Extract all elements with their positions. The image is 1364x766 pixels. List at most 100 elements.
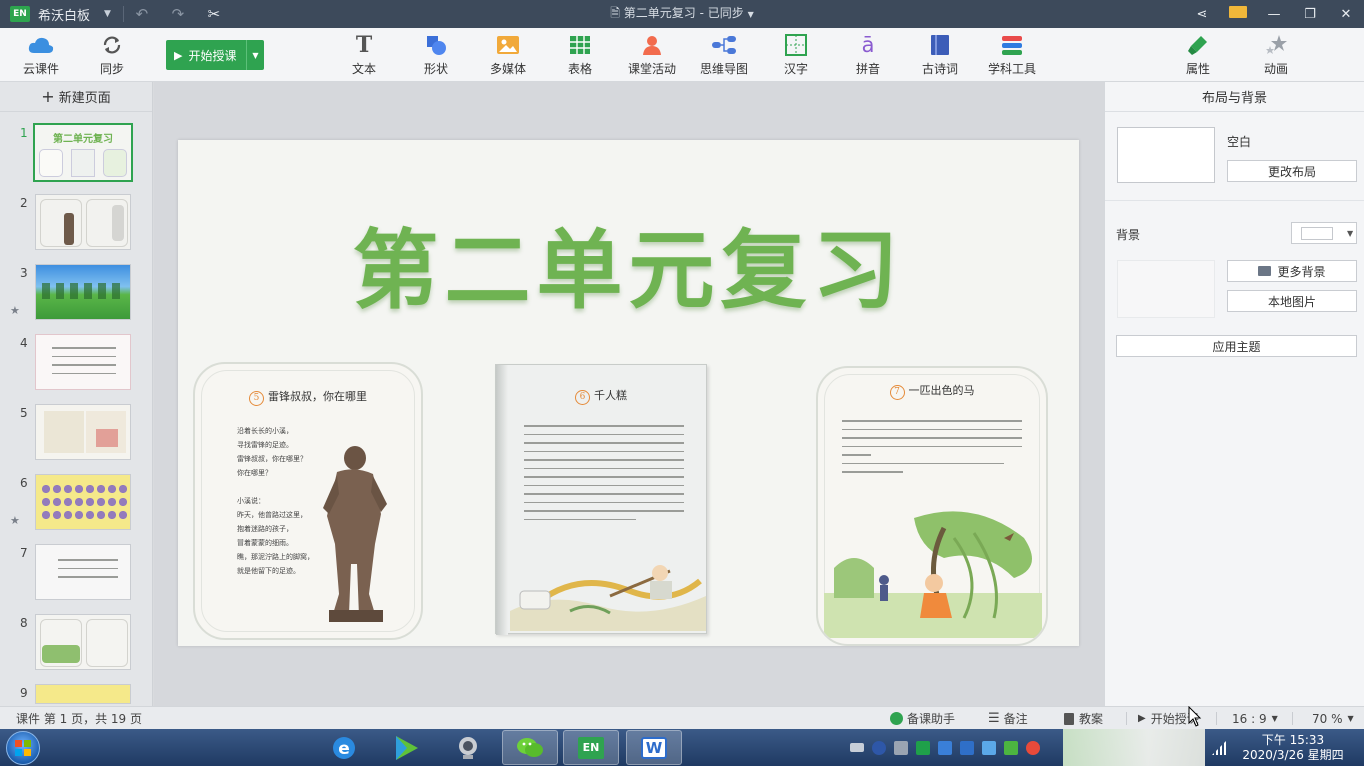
slide-thumb-row[interactable]: 4 xyxy=(0,334,152,404)
ie-icon[interactable]: e xyxy=(316,730,372,765)
animation-tab[interactable]: 动画 xyxy=(1260,28,1292,82)
svg-text:e: e xyxy=(338,739,350,759)
zoom-select[interactable]: 70 % ▼ xyxy=(1312,707,1354,730)
slide-canvas[interactable]: 第二单元复习 5 雷锋叔叔，你在哪里 沿着长长的小溪， 寻找雷锋的足迹。 雷锋叔叔… xyxy=(178,140,1079,646)
settings-icon[interactable] xyxy=(894,740,908,755)
redo-icon[interactable]: ↷ xyxy=(160,5,196,23)
wechat-icon[interactable] xyxy=(502,730,558,765)
minimize-icon[interactable]: — xyxy=(1256,7,1292,22)
share-icon[interactable]: ⋖ xyxy=(1184,7,1220,22)
prep-assistant-button[interactable]: 备课助手 xyxy=(890,707,955,730)
page-info: 课件 第 1 页，共 19 页 xyxy=(16,712,142,726)
slide-thumbnail[interactable] xyxy=(35,614,131,670)
undo-icon[interactable]: ↶ xyxy=(124,5,160,23)
slide-thumb-row[interactable]: 7 xyxy=(0,544,152,614)
notes-button[interactable]: ☰ 备注 xyxy=(988,707,1028,730)
slide-thumbnail[interactable] xyxy=(35,334,131,390)
tool-activity-label: 课堂活动 xyxy=(627,62,676,76)
slide-thumb-row[interactable]: 2 xyxy=(0,194,152,264)
tool-text-label: 文本 xyxy=(351,62,376,76)
slide-thumb-row[interactable]: 5 xyxy=(0,404,152,474)
tool-text[interactable]: T 文本 xyxy=(348,28,380,82)
slide-thumb-row[interactable]: 1 第二单元复习 xyxy=(0,123,152,194)
slide-number: 1 xyxy=(20,126,28,140)
lesson-plan-label: 教案 xyxy=(1079,712,1104,726)
tool-hanzi[interactable]: 汉字 xyxy=(782,28,810,82)
local-image-button[interactable]: 本地图片 xyxy=(1227,290,1357,312)
close-icon[interactable]: ✕ xyxy=(1328,7,1364,22)
keyboard-icon[interactable] xyxy=(850,743,864,752)
slide-thumbnail[interactable] xyxy=(35,264,131,320)
slide-thumb-row[interactable]: 3 ★ xyxy=(0,264,152,334)
taskbar-clock[interactable]: 下午 15:33 2020/3/26 星期四 xyxy=(1238,729,1348,766)
slide-number: 3 xyxy=(20,266,28,280)
new-page-label: 新建页面 xyxy=(58,91,111,106)
properties-tab[interactable]: 属性 xyxy=(1182,28,1214,82)
help-icon[interactable] xyxy=(872,740,886,755)
slide-number: 6 xyxy=(20,476,28,490)
slide-thumbnail[interactable] xyxy=(35,404,131,460)
slide-thumb-row[interactable]: 9 xyxy=(0,684,152,706)
tool-media[interactable]: 多媒体 xyxy=(488,28,528,82)
start-dropdown-caret-icon[interactable]: ▼ xyxy=(246,40,264,70)
windows-start-icon[interactable] xyxy=(6,731,40,765)
document-icon: 🗎 xyxy=(610,5,620,20)
mail-icon[interactable] xyxy=(1220,6,1256,22)
app-menu-caret-icon[interactable]: ▼ xyxy=(104,9,111,19)
webcam-icon[interactable] xyxy=(440,730,496,765)
network-icon[interactable] xyxy=(1212,741,1226,755)
new-page-button[interactable]: + 新建页面 xyxy=(0,82,152,112)
upload-icon[interactable] xyxy=(982,740,996,755)
shield-icon[interactable] xyxy=(960,740,974,755)
tool-activity[interactable]: 课堂活动 xyxy=(626,28,678,82)
slide-thumbnail[interactable] xyxy=(35,194,131,250)
document-title-caret-icon[interactable]: ▼ xyxy=(748,10,754,19)
tool-media-label: 多媒体 xyxy=(489,62,526,76)
tool-subject-tools-label: 学科工具 xyxy=(987,62,1036,76)
easinote-icon[interactable]: EN xyxy=(563,730,619,765)
sync-button[interactable]: 同步 xyxy=(96,28,128,82)
document-title[interactable]: 第二单元复习 - 已同步 xyxy=(624,6,744,20)
wps-icon[interactable]: W xyxy=(626,730,682,765)
layout-preview[interactable] xyxy=(1117,127,1215,183)
media-player-icon[interactable] xyxy=(378,730,434,765)
cube-icon[interactable] xyxy=(938,740,952,755)
scissors-icon[interactable]: ✂ xyxy=(196,5,232,23)
slide-thumb-row[interactable]: 8 xyxy=(0,614,152,684)
more-backgrounds-button[interactable]: 更多背景 xyxy=(1227,260,1357,282)
slide-thumbnail[interactable] xyxy=(35,544,131,600)
clock-time: 下午 15:33 xyxy=(1261,732,1325,747)
cloud-courseware-button[interactable]: 云课件 xyxy=(20,28,62,82)
apply-theme-button[interactable]: 应用主题 xyxy=(1116,335,1357,357)
change-layout-button[interactable]: 更改布局 xyxy=(1227,160,1357,182)
tool-pinyin-label: 拼音 xyxy=(855,62,880,76)
slide-thumbnail[interactable]: 第二单元复习 xyxy=(33,123,133,182)
chevron-down-icon: ▼ xyxy=(1347,228,1354,238)
lesson-card-5[interactable]: 5 雷锋叔叔，你在哪里 沿着长长的小溪， 寻找雷锋的足迹。 雷锋叔叔，你在哪里？ … xyxy=(193,362,423,640)
lesson-title: 一匹出色的马 xyxy=(908,384,975,397)
tool-table[interactable]: 表格 xyxy=(566,28,594,82)
tool-poetry-label: 古诗词 xyxy=(921,62,958,76)
background-preview[interactable] xyxy=(1117,260,1215,318)
slide-thumbnail[interactable] xyxy=(35,684,131,704)
background-color-picker[interactable]: ▼ xyxy=(1291,222,1357,244)
aspect-ratio-select[interactable]: 16 : 9 ▼ xyxy=(1232,707,1278,730)
lesson-card-7[interactable]: 7 一匹出色的马 xyxy=(816,366,1048,646)
start-teaching-button[interactable]: ▶ 开始授课 ▼ xyxy=(166,40,264,70)
slide-thumbnail[interactable] xyxy=(35,474,131,530)
tool-mindmap[interactable]: 思维导图 xyxy=(698,28,750,82)
lesson-card-6[interactable]: 6 千人糕 xyxy=(495,364,707,635)
window-controls: ⋖ — ❐ ✕ xyxy=(1184,0,1364,28)
tool-poetry[interactable]: 古诗词 xyxy=(920,28,960,82)
slide-title[interactable]: 第二单元复习 xyxy=(178,200,1079,325)
tool-shape[interactable]: 形状 xyxy=(420,28,452,82)
restore-icon[interactable]: ❐ xyxy=(1292,7,1328,22)
qq-icon[interactable] xyxy=(1026,740,1040,755)
slide-thumb-row[interactable]: 6 ★ xyxy=(0,474,152,544)
lesson-plan-button[interactable]: 教案 xyxy=(1064,707,1103,730)
tool-subject-tools[interactable]: 学科工具 xyxy=(986,28,1038,82)
notes-label: 备注 xyxy=(1003,712,1028,726)
tool-pinyin[interactable]: ā 拼音 xyxy=(854,28,882,82)
n-app-icon[interactable] xyxy=(916,740,930,755)
play-tray-icon[interactable] xyxy=(1004,740,1018,755)
